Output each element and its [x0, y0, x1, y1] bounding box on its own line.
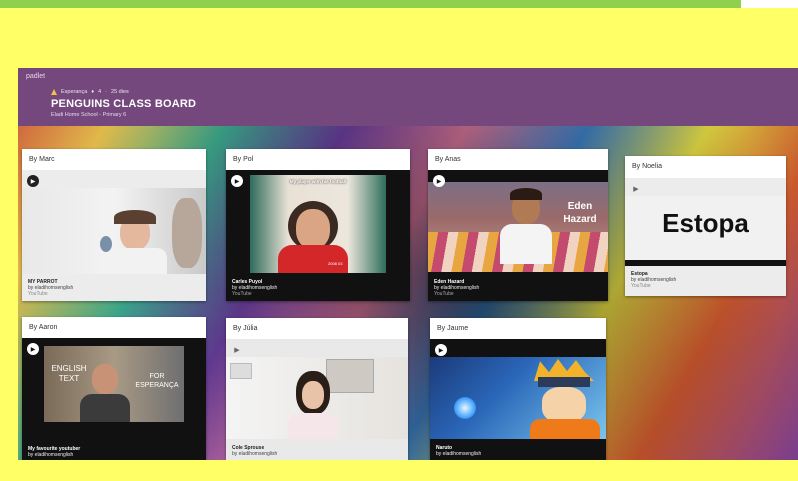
post-byline: by eladihomsenglish — [28, 452, 74, 458]
top-white-strip — [741, 0, 798, 8]
video-thumbnail: My player with his football 2008 03 — [250, 175, 386, 273]
play-icon[interactable]: ▶ — [231, 344, 243, 356]
post-caption: Cole Sprouse by eladihomsenglish — [232, 445, 277, 457]
post-source: YouTube — [28, 291, 48, 297]
post-card-jaume[interactable]: By Jaume ▶ Naruto by eladihomsenglish — [430, 318, 606, 460]
post-card-anas[interactable]: By Anas ▶ Eden Hazard Eden Hazard by ela… — [428, 149, 608, 301]
board-age: 25 dies — [111, 89, 129, 95]
separator-dot: · — [105, 89, 108, 95]
video-embed[interactable]: ▶ My player with his football 2008 03 Ca… — [226, 170, 410, 301]
post-caption: Carles Puyol by eladihomsenglish YouTube — [232, 279, 277, 297]
post-byline: by eladihomsenglish — [436, 451, 482, 457]
video-thumbnail: Eden Hazard — [428, 182, 608, 272]
post-author-label: By Júlia — [233, 325, 258, 332]
board-header: padlet Esperança ♦ 4 · 25 dies PENGUINS … — [18, 68, 798, 126]
board-title: PENGUINS CLASS BOARD — [51, 98, 197, 110]
video-thumbnail: Estopa — [625, 196, 786, 260]
post-author-label: By Anas — [435, 156, 461, 163]
video-thumbnail — [226, 357, 408, 439]
play-icon[interactable]: ▶ — [27, 175, 39, 187]
play-icon[interactable]: ▶ — [231, 175, 243, 187]
thumbnail-overlay-text: My player with his football — [289, 179, 347, 184]
post-source: YouTube — [232, 291, 252, 297]
play-icon[interactable]: ▶ — [435, 344, 447, 356]
post-caption: MY PARROT by eladihomsenglish YouTube — [28, 279, 73, 297]
post-card-julia[interactable]: By Júlia ▶ Cole Sprouse by eladihomsengl… — [226, 318, 408, 460]
board-subtitle: Eladi Home School - Primary 6 — [51, 112, 127, 118]
video-embed[interactable]: ▶ Eden Hazard Eden Hazard by eladihomsen… — [428, 170, 608, 301]
top-accent-bar — [0, 0, 741, 8]
post-source: YouTube — [631, 283, 651, 289]
video-thumbnail — [22, 188, 206, 274]
video-embed[interactable]: ▶ Naruto by eladihomsenglish — [430, 339, 606, 460]
heart-icon: ♦ — [91, 89, 95, 95]
thumbnail-date-text: 2008 03 — [328, 261, 343, 266]
board-meta: Esperança ♦ 4 · 25 dies — [51, 89, 129, 95]
play-icon[interactable]: ▶ — [27, 343, 39, 355]
video-embed[interactable]: ▶ ENGLISH TEXT FOR ESPERANÇA My favourit… — [22, 338, 206, 460]
video-thumbnail — [430, 357, 606, 439]
post-author-label: By Aaron — [29, 324, 58, 331]
author-name: Esperança — [61, 89, 88, 95]
post-author-label: By Pol — [233, 156, 254, 163]
post-card-noelia[interactable]: By Noelia ▶ Estopa Estopa by eladihomsen… — [625, 156, 786, 296]
video-embed[interactable]: ▶ Cole Sprouse by eladihomsenglish — [226, 339, 408, 460]
video-embed[interactable]: ▶ MY PARROT by eladihomsenglish YouTube — [22, 170, 206, 301]
post-caption: Naruto by eladihomsenglish — [436, 445, 481, 457]
post-caption: My favourite youtuber by eladihomsenglis… — [28, 446, 80, 458]
video-embed[interactable]: ▶ Estopa Estopa by eladihomsenglish YouT… — [625, 178, 786, 296]
play-icon[interactable]: ▶ — [433, 175, 445, 187]
author-avatar-icon — [51, 89, 57, 95]
thumbnail-overlay-text: Eden Hazard — [563, 201, 597, 225]
thumbnail-overlay-text: Estopa — [662, 208, 749, 238]
post-source: YouTube — [434, 291, 454, 297]
post-author-label: By Noelia — [632, 163, 662, 170]
thumbnail-overlay-text: ENGLISH TEXT — [51, 364, 87, 383]
padlet-logo[interactable]: padlet — [26, 73, 45, 80]
post-byline: by eladihomsenglish — [232, 451, 278, 457]
post-caption: Eden Hazard by eladihomsenglish YouTube — [434, 279, 479, 297]
post-card-marc[interactable]: By Marc ▶ MY PARROT by eladihomsenglish … — [22, 149, 206, 301]
play-icon[interactable]: ▶ — [630, 183, 642, 195]
post-caption: Estopa by eladihomsenglish YouTube — [631, 271, 676, 289]
like-count: 4 — [98, 89, 102, 95]
post-author-label: By Marc — [29, 156, 55, 163]
post-author-label: By Jaume — [437, 325, 469, 332]
thumbnail-overlay-text-2: FOR ESPERANÇA — [135, 373, 179, 389]
post-card-aaron[interactable]: By Aaron ▶ ENGLISH TEXT FOR ESPERANÇA My… — [22, 317, 206, 460]
padlet-board: padlet Esperança ♦ 4 · 25 dies PENGUINS … — [18, 68, 798, 460]
video-thumbnail: ENGLISH TEXT FOR ESPERANÇA — [44, 346, 184, 422]
post-card-pol[interactable]: By Pol ▶ My player with his football 200… — [226, 149, 410, 301]
